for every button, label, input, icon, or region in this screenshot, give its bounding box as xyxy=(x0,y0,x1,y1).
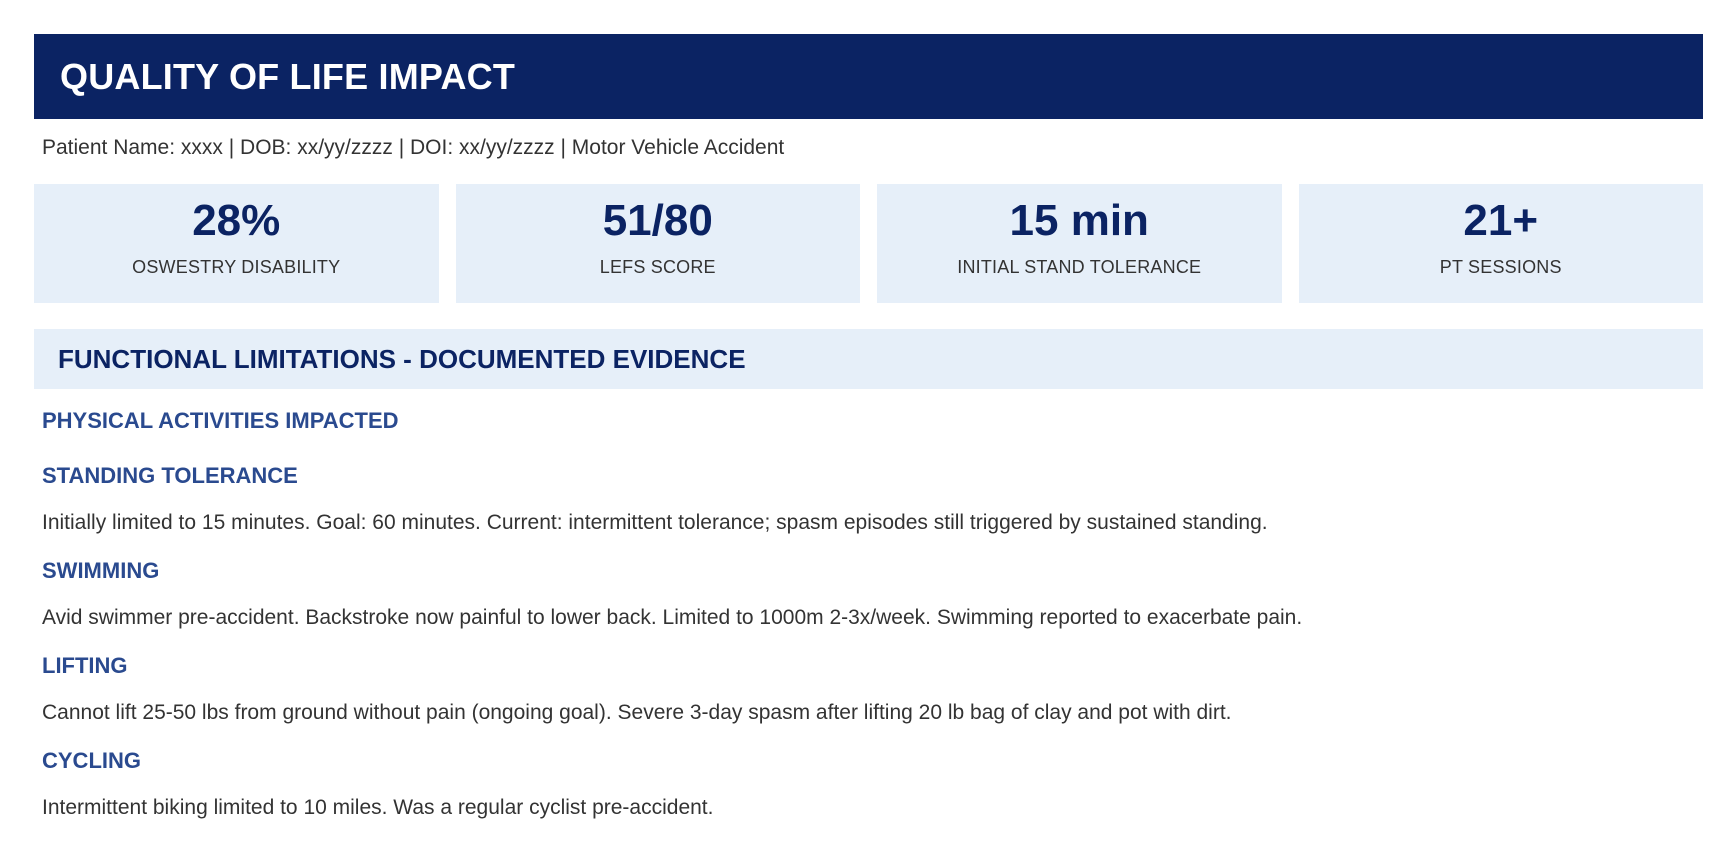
stat-card-lefs: 51/80 LEFS SCORE xyxy=(455,184,860,303)
stat-card-stand-tolerance: 15 min INITIAL STAND TOLERANCE xyxy=(877,184,1282,303)
limitation-lifting: LIFTING Cannot lift 25-50 lbs from groun… xyxy=(34,653,1703,726)
limitation-text: Intermittent biking limited to 10 miles.… xyxy=(42,796,714,819)
stat-label: LEFS SCORE xyxy=(599,257,716,277)
stat-card-pt-sessions: 21+ PT SESSIONS xyxy=(1298,184,1703,303)
limitation-cycling: CYCLING Intermittent biking limited to 1… xyxy=(34,748,1703,821)
limitation-title: SWIMMING xyxy=(42,558,160,583)
stat-card-oswestry: 28% OSWESTRY DISABILITY xyxy=(34,184,439,303)
limitation-title: LIFTING xyxy=(42,653,128,678)
section-header: FUNCTIONAL LIMITATIONS - DOCUMENTED EVID… xyxy=(34,329,1703,389)
patient-info: Patient Name: xxxx | DOB: xx/yy/zzzz | D… xyxy=(42,136,785,159)
stat-value: 51/80 xyxy=(602,196,713,245)
limitation-text: Avid swimmer pre-accident. Backstroke no… xyxy=(42,606,1303,629)
physical-activities-heading: PHYSICAL ACTIVITIES IMPACTED xyxy=(42,408,399,433)
limitation-text: Initially limited to 15 minutes. Goal: 6… xyxy=(42,511,1268,534)
section-title: FUNCTIONAL LIMITATIONS - DOCUMENTED EVID… xyxy=(58,343,746,374)
stat-value: 28% xyxy=(192,196,281,245)
page-title: QUALITY OF LIFE IMPACT xyxy=(60,55,516,97)
limitation-text: Cannot lift 25-50 lbs from ground withou… xyxy=(42,701,1232,724)
header-bar: QUALITY OF LIFE IMPACT xyxy=(34,34,1703,119)
report-page: QUALITY OF LIFE IMPACT Patient Name: xxx… xyxy=(34,34,1703,821)
limitation-title: STANDING TOLERANCE xyxy=(42,463,298,488)
stat-label: PT SESSIONS xyxy=(1439,257,1562,277)
limitation-standing: STANDING TOLERANCE Initially limited to … xyxy=(34,463,1703,536)
stat-value: 15 min xyxy=(1009,196,1149,245)
stat-label: INITIAL STAND TOLERANCE xyxy=(957,257,1202,277)
stat-label: OSWESTRY DISABILITY xyxy=(132,257,341,277)
stat-value: 21+ xyxy=(1463,196,1539,245)
limitation-swimming: SWIMMING Avid swimmer pre-accident. Back… xyxy=(34,558,1703,631)
stats-row: 28% OSWESTRY DISABILITY 51/80 LEFS SCORE… xyxy=(34,184,1703,303)
limitation-title: CYCLING xyxy=(42,748,141,773)
